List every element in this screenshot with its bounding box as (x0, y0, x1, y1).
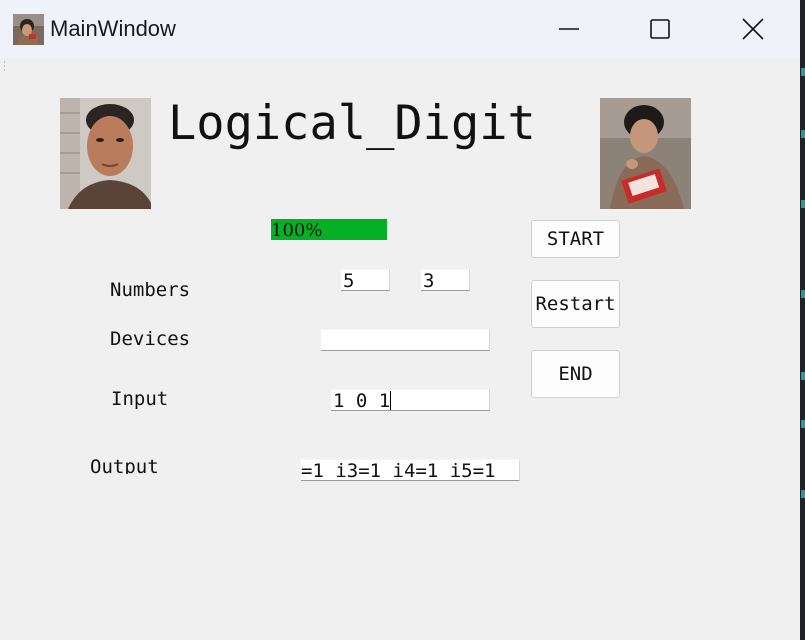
minimize-button[interactable] (549, 12, 589, 46)
end-button[interactable]: END (531, 350, 620, 398)
background-window-edge (800, 0, 805, 640)
edge-mark (801, 420, 805, 428)
devices-label: Devices (110, 328, 191, 350)
progress-label: 100% (271, 220, 323, 241)
input-label: Input (111, 388, 169, 410)
edge-mark (801, 372, 805, 380)
output-label: Output (90, 456, 159, 474)
close-icon (742, 18, 764, 40)
window-title: MainWindow (50, 16, 176, 41)
text-caret (390, 391, 392, 410)
maximize-button[interactable] (640, 12, 680, 46)
app-icon (13, 14, 44, 45)
input-field[interactable]: 1 0 1 (331, 389, 490, 411)
numbers-a-input[interactable]: 5 (341, 269, 390, 291)
edge-mark (801, 290, 805, 298)
toolbar-grip[interactable]: · · · (3, 59, 6, 76)
devices-input[interactable] (321, 329, 490, 351)
edge-mark (801, 490, 805, 498)
numbers-b-input[interactable]: 3 (421, 269, 470, 291)
progress-bar: 100% (271, 219, 387, 241)
maximize-icon (650, 19, 670, 39)
edge-mark (801, 200, 805, 208)
minimize-icon (559, 28, 579, 30)
restart-button[interactable]: Restart (531, 280, 620, 328)
edge-mark (801, 130, 805, 138)
title-bar: MainWindow (0, 0, 800, 58)
output-field[interactable]: =1 i3=1 i4=1 i5=1 (301, 459, 520, 481)
start-button[interactable]: START (531, 220, 620, 258)
input-value: 1 0 1 (333, 390, 391, 411)
numbers-label: Numbers (110, 279, 191, 301)
edge-mark (801, 68, 805, 76)
close-button[interactable] (733, 12, 773, 46)
right-photo (600, 98, 691, 209)
app-title: Logical_Digit (168, 96, 536, 151)
left-photo (60, 98, 151, 209)
